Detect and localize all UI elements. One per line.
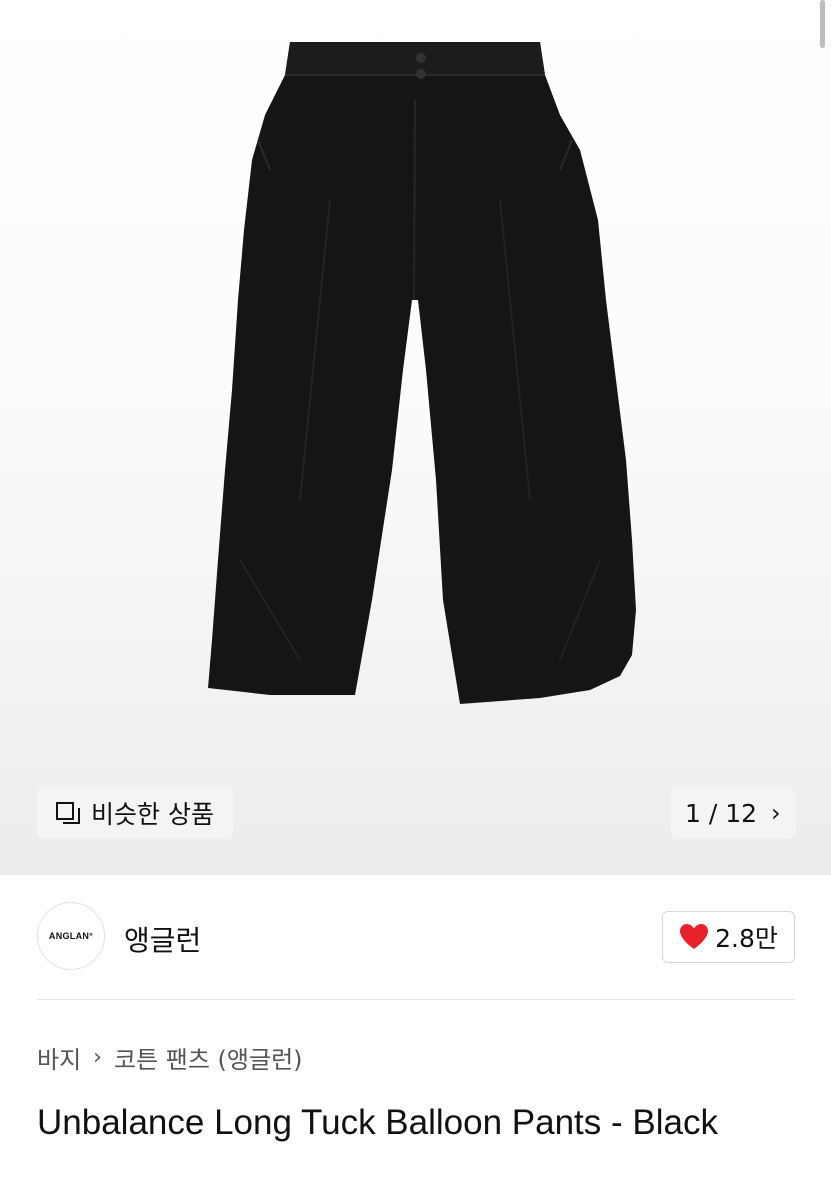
brand-name[interactable]: 앵글런 xyxy=(124,919,201,959)
divider xyxy=(37,999,795,1000)
like-button[interactable]: 2.8만 xyxy=(662,911,795,963)
breadcrumb-item-category[interactable]: 바지 xyxy=(37,1040,81,1075)
product-image-gallery[interactable]: 비슷한 상품 1 / 12 › xyxy=(0,0,831,875)
like-count: 2.8만 xyxy=(715,924,778,953)
breadcrumb: 바지 › 코튼 팬츠 (앵글런) xyxy=(37,1040,303,1075)
product-image xyxy=(208,42,636,704)
brand-row: ANGLAN° 앵글런 2.8만 xyxy=(37,902,795,972)
brand-logo[interactable]: ANGLAN° xyxy=(37,902,105,970)
similar-products-label: 비슷한 상품 xyxy=(91,800,214,829)
image-counter-button[interactable]: 1 / 12 › xyxy=(671,787,796,839)
image-counter: 1 / 12 xyxy=(685,798,758,828)
product-title: Unbalance Long Tuck Balloon Pants - Blac… xyxy=(37,1103,718,1142)
brand-logo-text: ANGLAN° xyxy=(48,931,94,941)
heart-icon xyxy=(680,924,709,949)
breadcrumb-item-subcategory[interactable]: 코튼 팬츠 (앵글런) xyxy=(114,1040,303,1075)
chevron-right-icon: › xyxy=(771,799,781,827)
chevron-right-icon: › xyxy=(93,1045,102,1070)
scrollbar[interactable] xyxy=(820,0,825,48)
similar-products-button[interactable]: 비슷한 상품 xyxy=(37,787,233,839)
similar-items-icon xyxy=(56,802,80,824)
